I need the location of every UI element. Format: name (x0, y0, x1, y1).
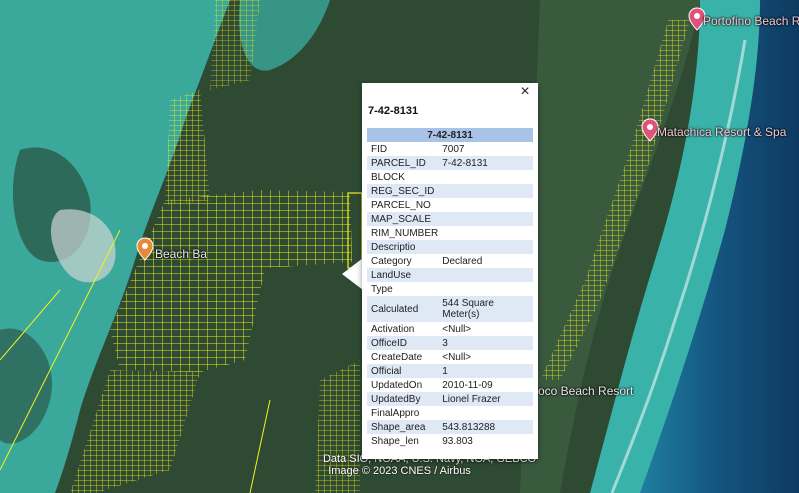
table-row: UpdatedOn 2010-11-09 (367, 378, 533, 392)
attribute-value: Lionel Frazer (438, 392, 533, 406)
table-row: Type (367, 282, 533, 296)
attribute-value: 544 Square Meter(s) (438, 296, 533, 322)
attribute-key: Descriptio (367, 240, 439, 254)
attribute-value: 543.813288 (438, 420, 533, 434)
table-row: Category Declared (367, 254, 533, 268)
attribute-value: Declared (442, 255, 483, 267)
table-row: Calculated 544 Square Meter(s) (367, 296, 533, 322)
attribute-value: 7007 (442, 143, 465, 155)
attribute-key: MAP_SCALE (367, 212, 439, 226)
attribute-value (438, 184, 533, 198)
pin-label-portofino[interactable]: Portofino Beach Res (703, 14, 799, 28)
table-row: CreateDate <Null> (367, 350, 533, 364)
table-row: FinalAppro (367, 406, 533, 420)
attribute-key: Official (367, 364, 439, 378)
table-row: BLOCK (367, 170, 533, 184)
attribute-value (438, 240, 533, 254)
map-attribution-imagery: Image © 2023 CNES / Airbus (328, 465, 471, 477)
attribute-value: 93.803 (442, 435, 473, 447)
table-row: Shape_len 93.803 (367, 434, 533, 448)
attribute-key: BLOCK (371, 171, 405, 183)
popup-title: 7-42-8131 (368, 105, 419, 117)
attribute-key: FinalAppro (371, 407, 420, 419)
attribute-value: 7-42-8131 (438, 156, 533, 170)
close-icon[interactable]: × (516, 83, 534, 101)
table-row: Shape_area 543.813288 (367, 420, 533, 434)
attribute-key: CreateDate (371, 351, 423, 363)
attribute-key: PARCEL_NO (371, 199, 431, 211)
attribute-value: <Null> (442, 323, 472, 335)
attribute-table: 7-42-8131 FID 7007 PARCEL_ID 7-42-8131 BLO… (367, 128, 533, 448)
table-row: Official 1 (367, 364, 533, 378)
table-row: FID 7007 (367, 142, 533, 156)
pin-label-matachica[interactable]: Matachica Resort & Spa (657, 125, 786, 139)
table-row: UpdatedBy Lionel Frazer (367, 392, 533, 406)
attribute-key: PARCEL_ID (367, 156, 439, 170)
attribute-value (438, 226, 533, 240)
attribute-key: REG_SEC_ID (367, 184, 439, 198)
table-row: Descriptio (367, 240, 533, 254)
attribute-key: RIM_NUMBER (371, 227, 439, 239)
table-row: PARCEL_ID 7-42-8131 (367, 156, 533, 170)
attribute-value: 2010-11-09 (442, 379, 493, 391)
attribute-key: Type (371, 283, 393, 295)
attribute-value (438, 212, 533, 226)
attribute-value (438, 198, 533, 212)
table-row: PARCEL_NO (367, 198, 533, 212)
attribute-value (438, 406, 533, 420)
popup-pointer (342, 258, 363, 290)
attribute-key: FID (371, 143, 388, 155)
table-row: OfficeID 3 (367, 336, 533, 350)
attribute-value: <Null> (442, 351, 472, 363)
table-row: MAP_SCALE (367, 212, 533, 226)
table-row: RIM_NUMBER (367, 226, 533, 240)
table-row: Activation <Null> (367, 322, 533, 336)
attribute-value (438, 170, 533, 184)
attribute-value (438, 268, 533, 282)
table-row: LandUse (367, 268, 533, 282)
attribute-table-header: 7-42-8131 (367, 128, 533, 142)
table-row: REG_SEC_ID (367, 184, 533, 198)
attribute-value (438, 282, 533, 296)
attribute-key: LandUse (367, 268, 439, 282)
attribute-key: Activation (371, 323, 415, 335)
attribute-key: Calculated (367, 296, 439, 322)
attribute-key: Shape_len (371, 435, 419, 447)
pin-label-beach[interactable]: Beach Ba (155, 247, 207, 261)
attribute-key: UpdatedBy (367, 392, 439, 406)
attribute-key: UpdatedOn (371, 379, 423, 391)
attribute-key: OfficeID (367, 336, 439, 350)
pin-label-coco-beach[interactable]: oco Beach Resort (538, 384, 633, 398)
attribute-key: Shape_area (367, 420, 439, 434)
attribute-value: 3 (438, 336, 533, 350)
feature-info-popup: × 7-42-8131 7-42-8131 FID 7007 PARCEL_ID 7… (362, 83, 538, 459)
attribute-value: 1 (438, 364, 533, 378)
attribute-key: Category (371, 255, 412, 267)
